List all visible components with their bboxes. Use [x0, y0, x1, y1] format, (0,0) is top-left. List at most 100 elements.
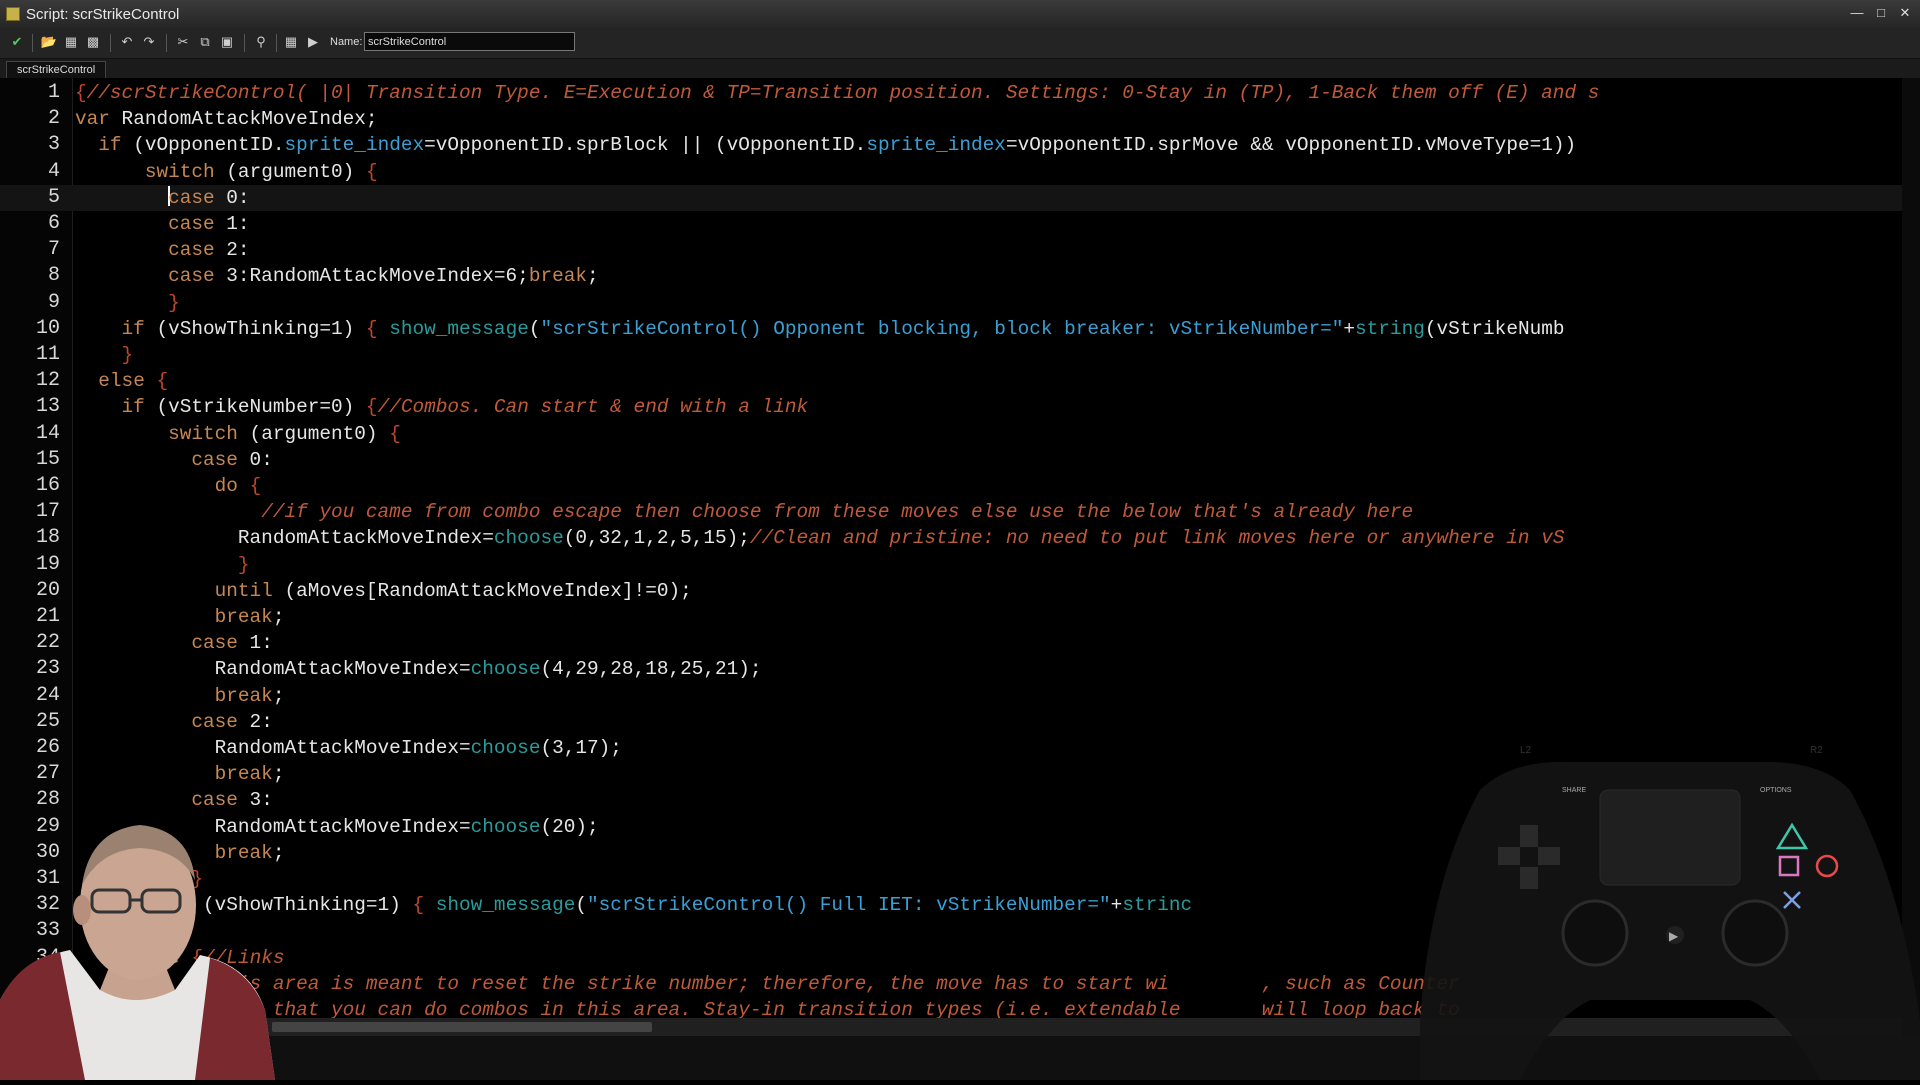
save-icon[interactable]: ▦	[62, 33, 80, 51]
copy-icon[interactable]: ⧉	[196, 33, 214, 51]
horizontal-scroll-thumb[interactable]	[272, 1022, 652, 1032]
line-text[interactable]: RandomAttackMoveIndex=choose(3,17);	[75, 735, 622, 761]
line-number: 21	[35, 605, 60, 628]
line-number: 14	[35, 421, 60, 445]
line-text[interactable]: break;	[75, 683, 285, 709]
line-text[interactable]: case 2:	[75, 709, 272, 735]
code-line[interactable]: 13 if (vStrikeNumber=0) {//Combos. Can s…	[0, 394, 1920, 420]
script-name-input[interactable]	[364, 32, 575, 51]
line-text[interactable]: until (aMoves[RandomAttackMoveIndex]!=0)…	[75, 578, 692, 604]
options-label: OPTIONS	[1760, 787, 1792, 794]
code-line[interactable]: 14 switch (argument0) {	[0, 421, 1920, 447]
line-text[interactable]: var RandomAttackMoveIndex;	[75, 106, 378, 132]
name-label: Name:	[330, 36, 363, 48]
code-line[interactable]: 18 RandomAttackMoveIndex=choose(0,32,1,2…	[0, 525, 1920, 551]
line-number: 12	[35, 369, 60, 393]
code-line[interactable]: 21 break;	[0, 604, 1920, 630]
line-text[interactable]: case 1:	[75, 630, 272, 656]
line-text[interactable]: switch (argument0) {	[75, 159, 378, 185]
line-text[interactable]: case 0:	[75, 447, 272, 473]
code-line[interactable]: 9 }	[0, 290, 1920, 316]
code-line[interactable]: 7 case 2:	[0, 237, 1920, 263]
close-icon[interactable]: ✕	[1896, 4, 1914, 22]
line-text[interactable]: case 3:RandomAttackMoveIndex=6;break;	[75, 263, 599, 289]
gamepad-overlay: ▶ SHARE OPTIONS L2 R2	[1420, 720, 1920, 1080]
line-text[interactable]: if (vStrikeNumber=0) {//Combos. Can star…	[75, 394, 809, 420]
code-line[interactable]: 11 }	[0, 342, 1920, 368]
line-number: 27	[35, 762, 60, 786]
line-text[interactable]: if (vOpponentID.sprite_index=vOpponentID…	[75, 132, 1576, 158]
code-line[interactable]: 16 do {	[0, 473, 1920, 499]
line-number: 7	[47, 238, 60, 262]
line-number: 15	[35, 447, 60, 471]
line-text[interactable]: //if you came from combo escape then cho…	[75, 499, 1413, 525]
code-line[interactable]: 4 switch (argument0) {	[0, 159, 1920, 185]
print-icon[interactable]: ▩	[84, 33, 102, 51]
toolbar-divider	[276, 34, 277, 52]
code-line[interactable]: 23 RandomAttackMoveIndex=choose(4,29,28,…	[0, 656, 1920, 682]
code-line[interactable]: 3 if (vOpponentID.sprite_index=vOpponent…	[0, 132, 1920, 158]
line-number: 24	[35, 683, 60, 707]
r2-label: R2	[1810, 745, 1823, 756]
line-text[interactable]: RandomAttackMoveIndex=choose(0,32,1,2,5,…	[75, 525, 1565, 551]
minimize-icon[interactable]: —	[1848, 4, 1866, 22]
check-icon[interactable]: ✔	[8, 33, 26, 51]
line-text[interactable]: case 2:	[75, 237, 249, 263]
line-number: 6	[47, 212, 60, 235]
color-icon[interactable]: ▶	[304, 33, 322, 51]
line-text[interactable]: }	[75, 552, 250, 578]
line-text[interactable]: RandomAttackMoveIndex=choose(4,29,28,18,…	[75, 656, 762, 682]
line-number: 9	[47, 290, 60, 314]
code-line[interactable]: 8 case 3:RandomAttackMoveIndex=6;break;	[0, 263, 1920, 289]
paste-icon[interactable]: ▣	[218, 33, 236, 51]
toolbar-divider	[244, 34, 245, 52]
line-text[interactable]: if (vShowThinking=1) { show_message("scr…	[75, 316, 1565, 342]
line-number: 16	[35, 474, 60, 497]
code-line[interactable]: 6 case 1:	[0, 211, 1920, 237]
code-line[interactable]: 5 case 0:	[0, 184, 1920, 211]
line-text[interactable]: //This area is meant to reset the strike…	[75, 971, 1459, 997]
line-number: 20	[35, 578, 60, 602]
line-text[interactable]: break;	[75, 604, 285, 630]
code-line[interactable]: 19 }	[0, 552, 1920, 578]
cut-icon[interactable]: ✂	[174, 33, 192, 51]
line-text[interactable]: }	[75, 342, 134, 368]
maximize-icon[interactable]: □	[1872, 4, 1890, 22]
line-number: 2	[47, 107, 60, 131]
line-number: 19	[35, 552, 60, 576]
toolbar-divider	[32, 34, 33, 52]
toolbar: ✔ 📂 ▦ ▩ ↶ ↷ ✂ ⧉ ▣ ⚲ ▦ ▶ Name:	[0, 28, 1920, 59]
line-number: 22	[35, 631, 60, 655]
line-number: 11	[35, 343, 60, 366]
code-line[interactable]: 20 until (aMoves[RandomAttackMoveIndex]!…	[0, 578, 1920, 604]
toolbar-divider	[166, 34, 167, 52]
line-text[interactable]: case 0:	[75, 185, 250, 211]
window-title: Script: scrStrikeControl	[26, 6, 180, 23]
line-text[interactable]: break;	[75, 761, 285, 787]
code-line[interactable]: 15 case 0:	[0, 447, 1920, 473]
code-line[interactable]: 24 break;	[0, 683, 1920, 709]
line-text[interactable]: else {	[75, 368, 168, 394]
tab-scrStrikeControl[interactable]: scrStrikeControl	[6, 61, 107, 79]
open-icon[interactable]: 📂	[40, 33, 58, 51]
code-line[interactable]: 17 //if you came from combo escape then …	[0, 499, 1920, 525]
line-text[interactable]: }	[75, 290, 180, 316]
code-line[interactable]: 12 else {	[0, 368, 1920, 394]
code-line[interactable]: 2 var RandomAttackMoveIndex;	[0, 106, 1920, 132]
code-line[interactable]: 22 case 1:	[0, 630, 1920, 656]
line-text[interactable]: case 1:	[75, 211, 249, 237]
line-number: 1	[47, 81, 60, 104]
line-text[interactable]: switch (argument0) {	[75, 421, 401, 447]
undo-icon[interactable]: ↶	[118, 33, 136, 51]
line-number: 13	[35, 395, 60, 419]
goto-line-icon[interactable]: ▦	[282, 33, 300, 51]
line-number: 25	[35, 709, 60, 733]
line-text[interactable]: do {	[75, 473, 262, 499]
line-number: 8	[47, 264, 60, 288]
line-text[interactable]: {//scrStrikeControl( |0| Transition Type…	[75, 80, 1599, 106]
code-line[interactable]: 1 {//scrStrikeControl( |0| Transition Typ…	[0, 80, 1920, 106]
title-bar: Script: scrStrikeControl — □ ✕	[0, 0, 1920, 28]
redo-icon[interactable]: ↷	[140, 33, 158, 51]
code-line[interactable]: 10 if (vShowThinking=1) { show_message("…	[0, 316, 1920, 342]
search-icon[interactable]: ⚲	[252, 33, 270, 51]
